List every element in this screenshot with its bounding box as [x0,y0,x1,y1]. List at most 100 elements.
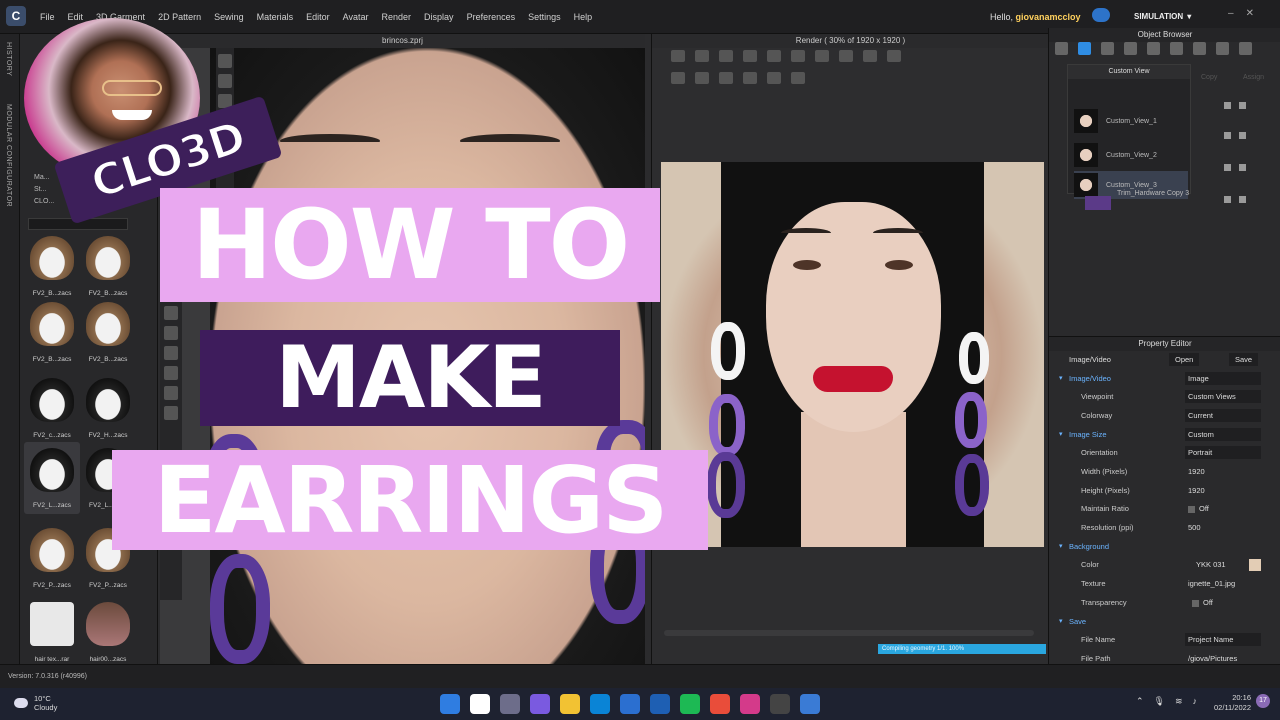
render-start-icon[interactable] [671,50,685,62]
transparency-toggle[interactable]: Off [1189,596,1265,609]
duplicate-icon[interactable] [1224,132,1231,139]
camera-icon[interactable] [1239,42,1252,55]
list-icon[interactable] [1055,42,1068,55]
light-tool-icon[interactable] [164,386,178,400]
wifi-icon[interactable]: ≋ [1175,696,1183,707]
render-stage-icon[interactable] [767,72,781,84]
render-turntable-icon[interactable] [815,50,829,62]
fabric-icon[interactable] [1101,42,1114,55]
custom-view-item[interactable]: Custom_View_2 [1074,141,1188,169]
move-tool-icon[interactable] [218,74,232,88]
trim-label[interactable]: Trim_Hardware Copy 3 [1117,190,1189,197]
caret-down-icon[interactable]: ▾ [1059,613,1063,631]
library-item[interactable]: FV2_c...zacs [24,378,80,448]
scene-icon[interactable] [1078,42,1091,55]
render-video-icon[interactable] [791,50,805,62]
caret-down-icon[interactable]: ▾ [1059,370,1063,388]
render-wand-icon[interactable] [719,72,733,84]
teams-chat-icon[interactable] [530,694,550,714]
clo-logo-icon[interactable]: C [6,6,26,26]
tree-item[interactable]: St... [34,184,54,196]
modular-configurator-tab[interactable]: MODULAR CONFIGURATOR [5,104,12,207]
library-item[interactable]: FV2_P...zacs [24,528,80,598]
orientation-select[interactable]: Portrait [1185,446,1261,459]
texture-tool-icon[interactable] [164,346,178,360]
menu-help[interactable]: Help [574,12,593,22]
image-size-select[interactable]: Custom [1185,428,1261,441]
render-save-icon[interactable] [743,50,757,62]
mail-icon[interactable] [650,694,670,714]
mode-selector[interactable]: SIMULATION ▾ [1130,9,1218,23]
duplicate-icon[interactable] [1224,102,1231,109]
menu-render[interactable]: Render [382,12,412,22]
close-icon[interactable]: ✕ [1246,8,1254,19]
history-tab[interactable]: HISTORY [5,42,12,76]
library-item-selected[interactable]: FV2_L...zacs [24,442,80,514]
filename-select[interactable]: Project Name [1185,633,1261,646]
menu-settings[interactable]: Settings [528,12,561,22]
render-clip-icon[interactable] [863,50,877,62]
custom-view-item[interactable]: Custom_View_1 [1074,107,1188,135]
instagram-icon[interactable] [740,694,760,714]
camera-tool-icon[interactable] [164,326,178,340]
mesh-tool-icon[interactable] [164,366,178,380]
microphone-icon[interactable]: 🎙 [1154,696,1165,707]
chevron-up-icon[interactable]: ⌃ [1136,696,1144,707]
avatar-display-icon[interactable] [164,406,178,420]
volume-icon[interactable]: ♪ [1193,696,1198,707]
edge-browser-icon[interactable] [590,694,610,714]
duplicate-icon[interactable] [1224,164,1231,171]
save-button[interactable]: Save [1229,353,1259,366]
menu-materials[interactable]: Materials [257,12,294,22]
delete-icon[interactable] [1239,132,1246,139]
render-light-icon[interactable] [887,50,901,62]
menu-display[interactable]: Display [424,12,454,22]
topstitch-icon[interactable] [1170,42,1183,55]
windows-start-icon[interactable] [440,694,460,714]
render-camera-icon[interactable] [719,50,733,62]
trim-icon[interactable] [1193,42,1206,55]
render-scrollbar[interactable] [664,630,1034,636]
menu-sewing[interactable]: Sewing [214,12,244,22]
library-item[interactable]: hair tex...rar [24,602,80,672]
tree-item[interactable]: Ma... [34,172,54,184]
viewpoint-select[interactable]: Custom Views [1185,390,1261,403]
library-item[interactable]: FV2_B...zacs [24,236,80,306]
buttonhole-icon[interactable] [1147,42,1160,55]
render-settings-icon[interactable] [839,50,853,62]
weather-widget[interactable]: 10°C Cloudy [14,694,57,712]
menu-2d-pattern[interactable]: 2D Pattern [158,12,201,22]
width-input[interactable]: 1920 [1185,465,1261,478]
tree-item[interactable]: CLO... [34,196,54,208]
notification-badge[interactable]: 17 [1256,694,1270,708]
height-input[interactable]: 1920 [1185,484,1261,497]
delete-icon[interactable] [1239,102,1246,109]
cloud-icon[interactable] [1092,8,1110,22]
delete-icon[interactable] [1239,164,1246,171]
username[interactable]: giovanamccloy [1016,12,1081,22]
trim-swatch[interactable] [1085,196,1111,210]
menu-preferences[interactable]: Preferences [467,12,516,22]
measure-icon[interactable] [1216,42,1229,55]
menu-editor[interactable]: Editor [306,12,330,22]
select-tool-icon[interactable] [218,54,232,68]
resolution-input[interactable]: 500 [1185,521,1261,534]
color-swatch[interactable] [1249,559,1261,571]
render-lamp-icon[interactable] [743,72,757,84]
store-icon[interactable] [620,694,640,714]
duplicate-icon[interactable] [1224,196,1231,203]
render-pin-icon[interactable] [671,72,685,84]
library-item[interactable]: hair00...zacs [80,602,136,672]
render-image-icon[interactable] [767,50,781,62]
delete-icon[interactable] [1239,196,1246,203]
assign-label[interactable]: Assign [1243,74,1264,81]
earring-left-lower[interactable] [210,554,270,664]
library-item[interactable]: FV2_B...zacs [80,236,136,306]
display-tool-icon[interactable] [164,306,178,320]
maintain-ratio-toggle[interactable]: Off [1185,502,1261,515]
library-item[interactable]: FV2_H...zacs [80,378,136,448]
menu-edit[interactable]: Edit [68,12,84,22]
button-icon[interactable] [1124,42,1137,55]
open-button[interactable]: Open [1169,353,1200,366]
chrome-icon[interactable] [710,694,730,714]
